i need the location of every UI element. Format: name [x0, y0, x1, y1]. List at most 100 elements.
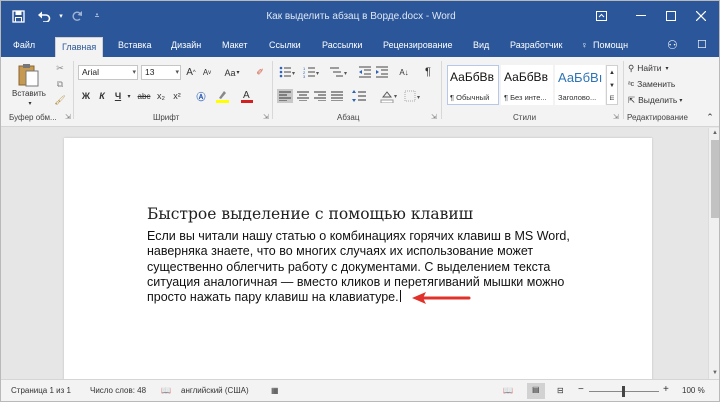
style-heading1[interactable]: АаБбВı Заголово...	[555, 65, 605, 105]
bold-button[interactable]: Ж	[79, 89, 93, 103]
scroll-thumb[interactable]	[711, 140, 719, 218]
styles-more-icon[interactable]: ⋿	[607, 92, 617, 105]
paste-button[interactable]: Вставить	[9, 87, 49, 99]
style-normal[interactable]: АаБбВв ¶ Обычный	[447, 65, 499, 105]
tab-view[interactable]: Вид	[467, 35, 495, 57]
font-launcher-icon[interactable]: ⇲	[263, 114, 271, 122]
increase-indent-icon[interactable]	[374, 65, 390, 79]
ribbon-display-options-icon[interactable]	[581, 5, 621, 27]
sort-icon[interactable]: A↓	[397, 65, 411, 79]
cursor-icon: ⇱	[628, 94, 636, 105]
document-heading[interactable]: Быстрое выделение с помощью клавиш	[147, 205, 473, 223]
styles-scroll: ▲ ▼ ⋿	[606, 65, 618, 105]
change-case-label: Aa	[224, 67, 236, 78]
web-layout-icon[interactable]: ⊟	[557, 386, 564, 395]
superscript-button[interactable]: x²	[170, 89, 184, 103]
shading-icon[interactable]: ▾	[379, 89, 399, 103]
font-size-combo[interactable]: 13 ▾	[141, 65, 181, 80]
paragraph-line-last: просто нажать пару клавиш на клавиатуре.	[147, 290, 607, 305]
zoom-level[interactable]: 100 %	[682, 386, 705, 395]
paste-icon[interactable]	[11, 61, 45, 89]
format-painter-icon[interactable]: 🖌	[53, 93, 67, 107]
multilevel-list-icon[interactable]: ▾	[327, 65, 351, 79]
undo-dropdown-icon[interactable]: ▾	[56, 7, 66, 25]
styles-up-icon[interactable]: ▲	[607, 66, 617, 79]
close-icon[interactable]	[681, 5, 719, 27]
tab-design[interactable]: Дизайн	[165, 35, 207, 57]
shrink-font-icon[interactable]: Av	[200, 65, 214, 80]
cut-icon[interactable]: ✂	[53, 61, 67, 75]
undo-icon[interactable]	[33, 7, 55, 25]
align-left-icon[interactable]	[277, 89, 293, 103]
tab-developer[interactable]: Разработчик	[504, 35, 568, 57]
scroll-up-icon[interactable]: ▲	[710, 128, 719, 138]
macro-record-icon[interactable]: ▦	[271, 386, 279, 395]
document-paragraph[interactable]: Если вы читали нашу статью о комбинациях…	[147, 229, 607, 305]
tab-references[interactable]: Ссылки	[263, 35, 307, 57]
align-right-icon[interactable]	[312, 89, 328, 103]
font-color-icon[interactable]: A	[237, 89, 257, 103]
style-name: ¶ Без инте...	[504, 93, 547, 102]
styles-down-icon[interactable]: ▼	[607, 79, 617, 92]
line-spacing-icon[interactable]	[351, 89, 371, 103]
svg-text:▾: ▾	[394, 94, 397, 100]
clipboard-launcher-icon[interactable]: ⇲	[65, 114, 73, 122]
tab-layout[interactable]: Макет	[216, 35, 253, 57]
copy-icon[interactable]: ⧉	[53, 77, 67, 91]
underline-button[interactable]: Ч	[111, 89, 125, 103]
print-layout-icon[interactable]: ▤	[527, 383, 545, 399]
read-mode-icon[interactable]: 📖	[503, 386, 513, 395]
clear-formatting-icon[interactable]: ✐	[253, 65, 267, 80]
tab-mailings[interactable]: Рассылки	[316, 35, 368, 57]
find-button[interactable]: ⚲ Найти ▾	[628, 61, 669, 75]
justify-icon[interactable]	[329, 89, 345, 103]
change-case-button[interactable]: Aa ▾	[220, 65, 244, 80]
strikethrough-button[interactable]: abc	[135, 89, 153, 103]
italic-button[interactable]: К	[95, 89, 109, 103]
text-effects-icon[interactable]: Ⓐ	[193, 89, 209, 103]
bullets-icon[interactable]: ▾	[277, 65, 299, 79]
style-no-spacing[interactable]: АаБбВв ¶ Без инте...	[501, 65, 553, 105]
decrease-indent-icon[interactable]	[357, 65, 373, 79]
vertical-scrollbar[interactable]: ▲ ▼	[708, 128, 719, 379]
replace-button[interactable]: ᵃc Заменить	[628, 77, 675, 91]
collapse-ribbon-icon[interactable]: ⌃	[704, 111, 716, 123]
grow-font-icon[interactable]: A ^	[184, 65, 198, 80]
tab-review[interactable]: Рецензирование	[377, 35, 459, 57]
account-icon[interactable]: ⚇	[661, 35, 684, 57]
tab-home[interactable]: Главная	[55, 37, 104, 57]
zoom-in-button[interactable]: +	[663, 384, 669, 395]
show-formatting-button[interactable]: ¶	[421, 65, 435, 79]
highlight-color-icon[interactable]	[213, 89, 233, 103]
select-button[interactable]: ⇱ Выделить ▾	[628, 93, 682, 107]
group-label-editing: Редактирование	[627, 113, 688, 122]
tab-file[interactable]: Файл	[7, 35, 41, 57]
zoom-slider-thumb[interactable]	[622, 386, 625, 397]
subscript-button[interactable]: x₂	[154, 89, 168, 103]
borders-icon[interactable]: ▾	[403, 89, 423, 103]
save-icon[interactable]	[9, 7, 27, 25]
search-icon: ⚲	[628, 62, 635, 73]
tab-insert[interactable]: Вставка	[112, 35, 157, 57]
replace-icon: ᵃc	[628, 80, 635, 88]
paragraph-launcher-icon[interactable]: ⇲	[431, 114, 439, 122]
proofing-icon[interactable]: 📖	[161, 386, 171, 395]
underline-dropdown-icon[interactable]: ▾	[125, 89, 133, 103]
scroll-down-icon[interactable]: ▼	[710, 368, 719, 378]
word-count[interactable]: Число слов: 48	[90, 386, 146, 395]
zoom-out-button[interactable]: −	[578, 384, 584, 395]
numbering-icon[interactable]: 1 2 3 ▾	[301, 65, 323, 79]
language[interactable]: английский (США)	[181, 386, 249, 395]
svg-text:3: 3	[303, 74, 306, 78]
paste-dropdown-icon[interactable]: ▾	[25, 99, 35, 107]
page-count[interactable]: Страница 1 из 1	[11, 386, 71, 395]
share-icon[interactable]: ☐	[691, 35, 713, 57]
tab-tell-me[interactable]: ♀ Помощн	[575, 35, 634, 57]
group-separator	[441, 61, 442, 119]
document-page[interactable]: Быстрое выделение с помощью клавиш Если …	[64, 138, 652, 379]
font-name-combo[interactable]: Arial ▾	[78, 65, 138, 80]
redo-icon[interactable]	[69, 7, 85, 25]
align-center-icon[interactable]	[295, 89, 311, 103]
customize-qat-icon[interactable]: ⩡	[91, 7, 103, 25]
styles-launcher-icon[interactable]: ⇲	[613, 114, 621, 122]
